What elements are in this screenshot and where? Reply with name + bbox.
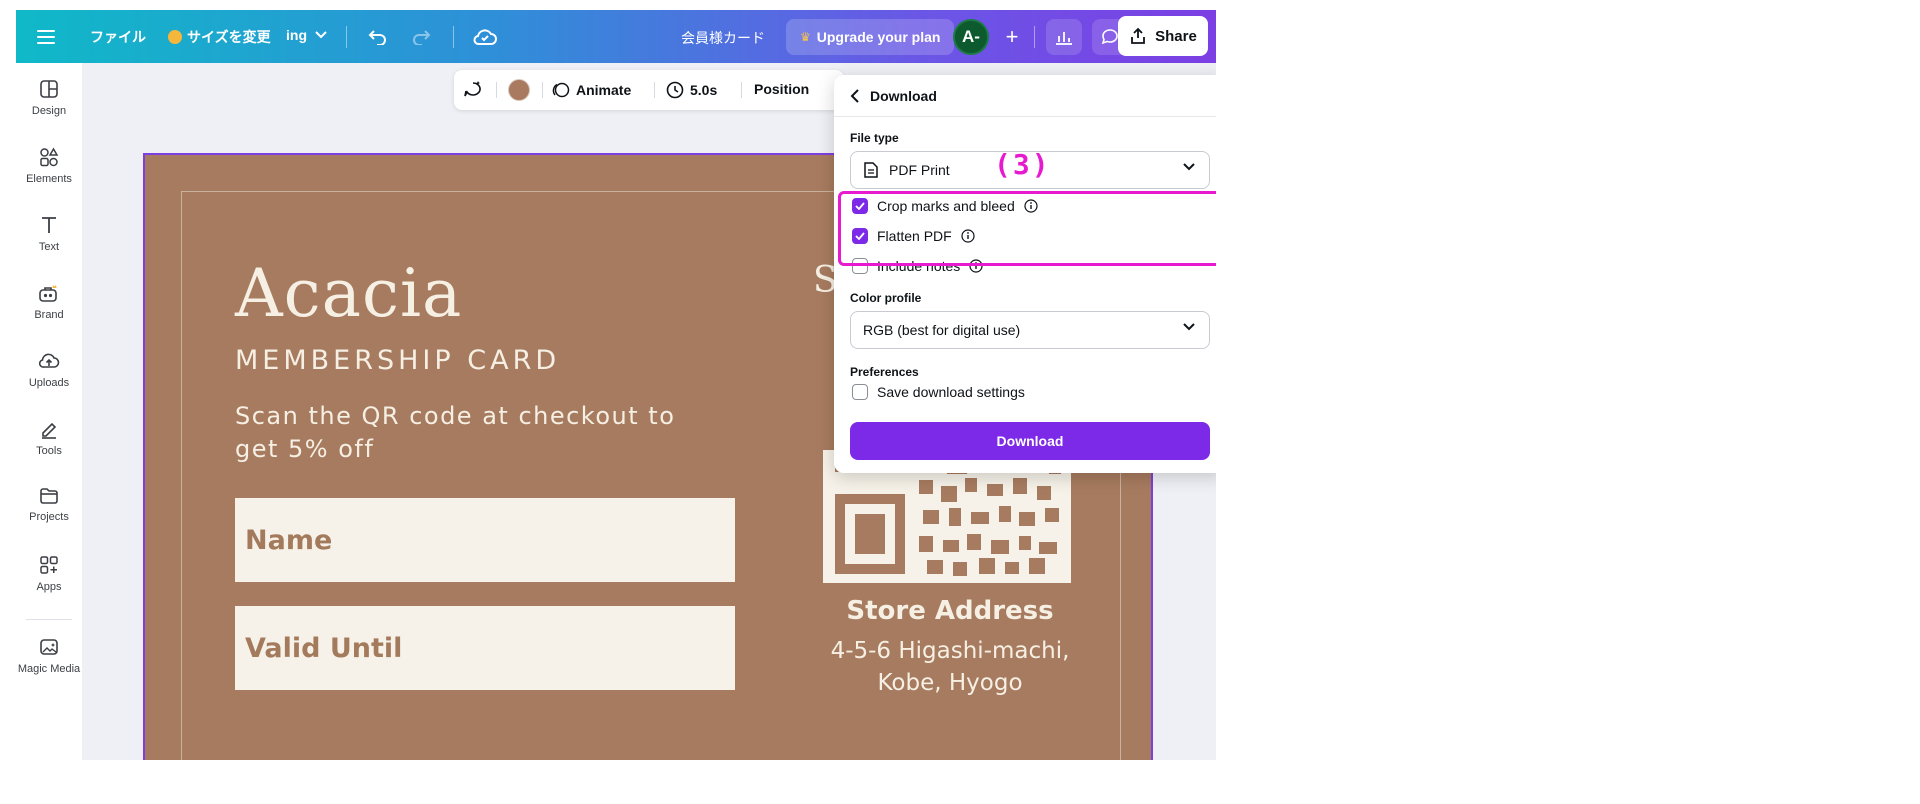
color-swatch[interactable] [508,79,530,101]
left-sidebar: Design Elements Text Brand Uploads Tools… [16,63,82,760]
sidebar-item-label: Apps [36,581,62,593]
store-address-title[interactable]: Store Address [795,596,1105,626]
sidebar-item-label: Elements [26,173,72,185]
save-settings-option[interactable]: Save download settings [852,384,1025,400]
annotation-label: (3) [994,148,1051,181]
position-button[interactable]: Position [754,81,809,97]
upgrade-label: Upgrade your plan [816,29,941,45]
chevron-down-icon [315,31,327,39]
magic-edit-icon[interactable] [462,80,484,100]
share-icon [1131,27,1146,44]
animate-label: Animate [576,82,632,98]
resize-label: サイズを変更 [187,29,271,45]
save-settings-label: Save download settings [877,384,1025,400]
folder-icon [40,488,58,504]
panel-title: Download [870,87,937,104]
divider [346,26,347,48]
store-address[interactable]: 4-5-6 Higashi-machi, Kobe, Hyogo [795,635,1105,699]
editing-mode-label: ing [286,27,307,43]
upgrade-button[interactable]: ♛ Upgrade your plan [786,19,955,55]
divider [542,82,543,98]
divider [741,82,742,98]
analytics-icon[interactable] [1046,19,1082,55]
divider [654,82,655,98]
layout-icon [40,80,58,98]
crown-icon [168,30,182,44]
divider [26,619,72,620]
divider [1034,26,1035,48]
download-panel-header[interactable]: Download [834,75,1216,117]
divider [496,82,497,98]
apps-icon [40,556,58,574]
sidebar-item-label: Brand [34,309,64,321]
sidebar-item-label: Magic Media [17,663,81,675]
sidebar-item-label: Text [38,241,60,253]
plus-icon[interactable]: + [998,23,1026,51]
card-scan-text[interactable]: Scan the QR code at checkout to get 5% o… [235,400,705,466]
color-profile-select[interactable]: RGB (best for digital use) [850,311,1210,349]
shapes-icon [40,147,59,167]
sidebar-item-brand[interactable]: Brand [16,283,82,321]
sidebar-item-uploads[interactable]: Uploads [16,351,82,389]
cloud-upload-icon [38,353,60,368]
sidebar-item-apps[interactable]: Apps [16,555,82,593]
document-icon [864,162,878,178]
name-field[interactable]: Name [235,498,735,582]
chevron-down-icon [1183,163,1195,171]
chevron-left-icon[interactable] [850,88,860,103]
sidebar-item-label: Tools [36,445,62,457]
text-icon [42,217,56,233]
undo-icon[interactable] [366,25,390,49]
sidebar-item-magic-media[interactable]: Magic Media [16,637,82,675]
sidebar-item-label: Projects [29,511,69,523]
color-swatch-fill [508,79,530,101]
sidebar-item-design[interactable]: Design [16,79,82,117]
sidebar-item-text[interactable]: Text [16,215,82,253]
card-title[interactable]: Acacia [235,255,462,332]
cloud-saved-icon[interactable] [472,24,498,50]
clock-icon [666,81,684,99]
pen-icon [42,422,57,439]
redo-icon[interactable] [409,25,433,49]
sidebar-item-projects[interactable]: Projects [16,487,82,523]
document-title[interactable]: 会員様カード [681,28,765,48]
color-profile-label: Color profile [850,291,922,305]
top-bar: ファイル サイズを変更 ing 会員様カード ♛ Upgrade your pl… [16,10,1216,63]
file-menu[interactable]: ファイル [90,27,146,47]
menu-icon[interactable] [34,25,58,49]
sidebar-item-label: Design [31,105,67,117]
canva-editor: ファイル サイズを変更 ing 会員様カード ♛ Upgrade your pl… [16,10,1216,760]
avatar[interactable]: A- [953,19,989,55]
save-settings-checkbox[interactable] [852,384,868,400]
briefcase-icon [39,285,57,302]
sidebar-item-tools[interactable]: Tools [16,419,82,457]
preferences-label: Preferences [850,365,919,379]
sidebar-item-label: Uploads [28,377,70,389]
duration-label: 5.0s [690,82,718,98]
file-type-value: PDF Print [889,162,950,178]
chevron-down-icon [1183,323,1195,331]
animate-button[interactable]: Animate [552,81,631,99]
position-label: Position [754,81,810,97]
annotation-highlight [838,191,1216,266]
editing-mode-dropdown[interactable]: ing [286,27,327,43]
card-subtitle[interactable]: MEMBERSHIP CARD [235,345,560,376]
valid-until-field[interactable]: Valid Until [235,606,735,690]
magic-image-icon [40,639,58,655]
file-type-label: File type [850,131,899,145]
context-toolbar: Animate 5.0s Position [454,70,844,110]
download-button[interactable]: Download [850,422,1210,460]
color-profile-value: RGB (best for digital use) [863,322,1021,338]
share-button[interactable]: Share [1118,16,1208,56]
share-label: Share [1155,27,1197,45]
animate-icon [552,82,570,98]
sidebar-item-elements[interactable]: Elements [16,147,82,185]
download-panel: Download File type PDF Print Crop marks … [834,75,1216,473]
crown-icon: ♛ [800,30,811,44]
resize-button[interactable]: サイズを変更 [168,27,271,47]
divider [453,26,454,48]
duration-button[interactable]: 5.0s [666,81,717,99]
